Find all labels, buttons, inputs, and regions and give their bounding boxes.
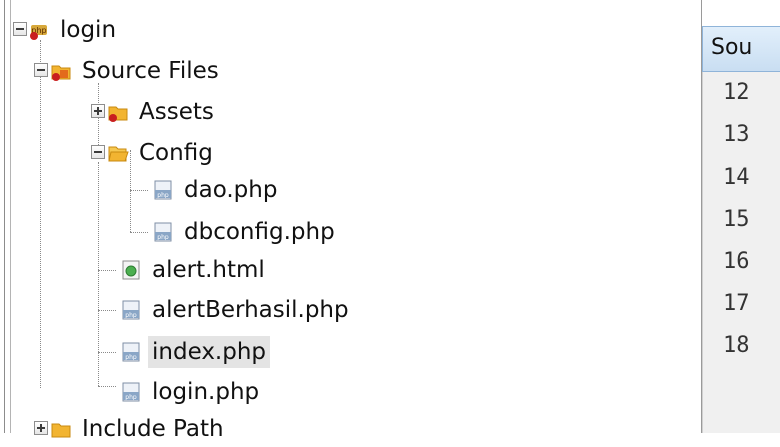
tree-label: login xyxy=(60,17,117,43)
svg-text:php: php xyxy=(125,394,137,401)
tree-guide xyxy=(98,270,116,271)
tree-guide xyxy=(130,232,148,233)
php-file-icon: php xyxy=(120,341,142,363)
php-file-icon: php xyxy=(120,299,142,321)
svg-text:php: php xyxy=(157,234,169,241)
line-number: 18 xyxy=(723,333,750,358)
line-number: 12 xyxy=(723,80,750,105)
tree-node-index-php[interactable]: php index.php xyxy=(120,334,271,370)
source-folder-icon xyxy=(50,60,72,82)
php-project-icon: php xyxy=(28,19,50,41)
tree-node-alertberhasil-php[interactable]: php alertBerhasil.php xyxy=(120,292,353,328)
line-number: 17 xyxy=(723,291,750,316)
tree-node-dbconfig-php[interactable]: php dbconfig.php xyxy=(152,214,339,250)
line-number: 13 xyxy=(723,122,750,147)
collapse-toggle-source-files[interactable] xyxy=(34,63,48,77)
php-file-icon: php xyxy=(120,381,142,403)
svg-text:php: php xyxy=(125,312,137,319)
line-number: 15 xyxy=(723,207,750,232)
tree-label: index.php xyxy=(148,336,271,368)
collapse-toggle-config[interactable] xyxy=(91,145,105,159)
tab-source-label: Sou xyxy=(711,35,753,60)
php-file-icon: php xyxy=(152,221,174,243)
tree-guide xyxy=(40,40,41,388)
tree-label: login.php xyxy=(152,379,260,405)
tree-label: alertBerhasil.php xyxy=(152,297,349,323)
svg-text:php: php xyxy=(157,192,169,199)
tree-guide xyxy=(98,352,116,353)
tree-label: Config xyxy=(139,140,213,166)
tree-node-source-files[interactable]: Source Files xyxy=(50,53,223,89)
tree-node-dao-php[interactable]: php dao.php xyxy=(152,172,281,208)
tree-node-alert-html[interactable]: alert.html xyxy=(120,252,269,288)
tree-label: Include Path xyxy=(82,416,224,442)
tree-guide xyxy=(98,310,116,311)
tree-label: Source Files xyxy=(82,58,219,84)
tree-node-assets[interactable]: Assets xyxy=(107,94,218,130)
line-number-gutter: 12 13 14 15 16 17 18 xyxy=(702,72,780,433)
php-file-icon: php xyxy=(152,179,174,201)
svg-text:php: php xyxy=(125,354,137,361)
html-file-icon xyxy=(120,259,142,281)
folder-icon xyxy=(50,418,72,440)
folder-icon xyxy=(107,101,129,123)
tree-guide xyxy=(130,190,148,191)
tree-node-login[interactable]: php login xyxy=(28,12,120,48)
expand-toggle-assets[interactable] xyxy=(91,104,105,118)
tree-label: alert.html xyxy=(152,257,265,283)
tree-label: dao.php xyxy=(184,177,278,203)
collapse-toggle-login[interactable] xyxy=(13,22,27,36)
folder-open-icon xyxy=(107,142,129,164)
tree-node-login-php[interactable]: php login.php xyxy=(120,374,263,410)
tab-source[interactable]: Sou xyxy=(702,26,780,72)
editor-panel: Sou 12 13 14 15 16 17 18 xyxy=(702,0,780,433)
tree-node-config[interactable]: Config xyxy=(107,135,217,171)
tree-label: Assets xyxy=(139,99,214,125)
project-tree[interactable]: php login Source Files Assets Config php… xyxy=(0,0,700,442)
tree-guide xyxy=(98,386,116,387)
tree-node-include-path[interactable]: Include Path xyxy=(50,411,228,447)
line-number: 14 xyxy=(723,165,750,190)
tree-label: dbconfig.php xyxy=(184,219,335,245)
line-number: 16 xyxy=(723,249,750,274)
